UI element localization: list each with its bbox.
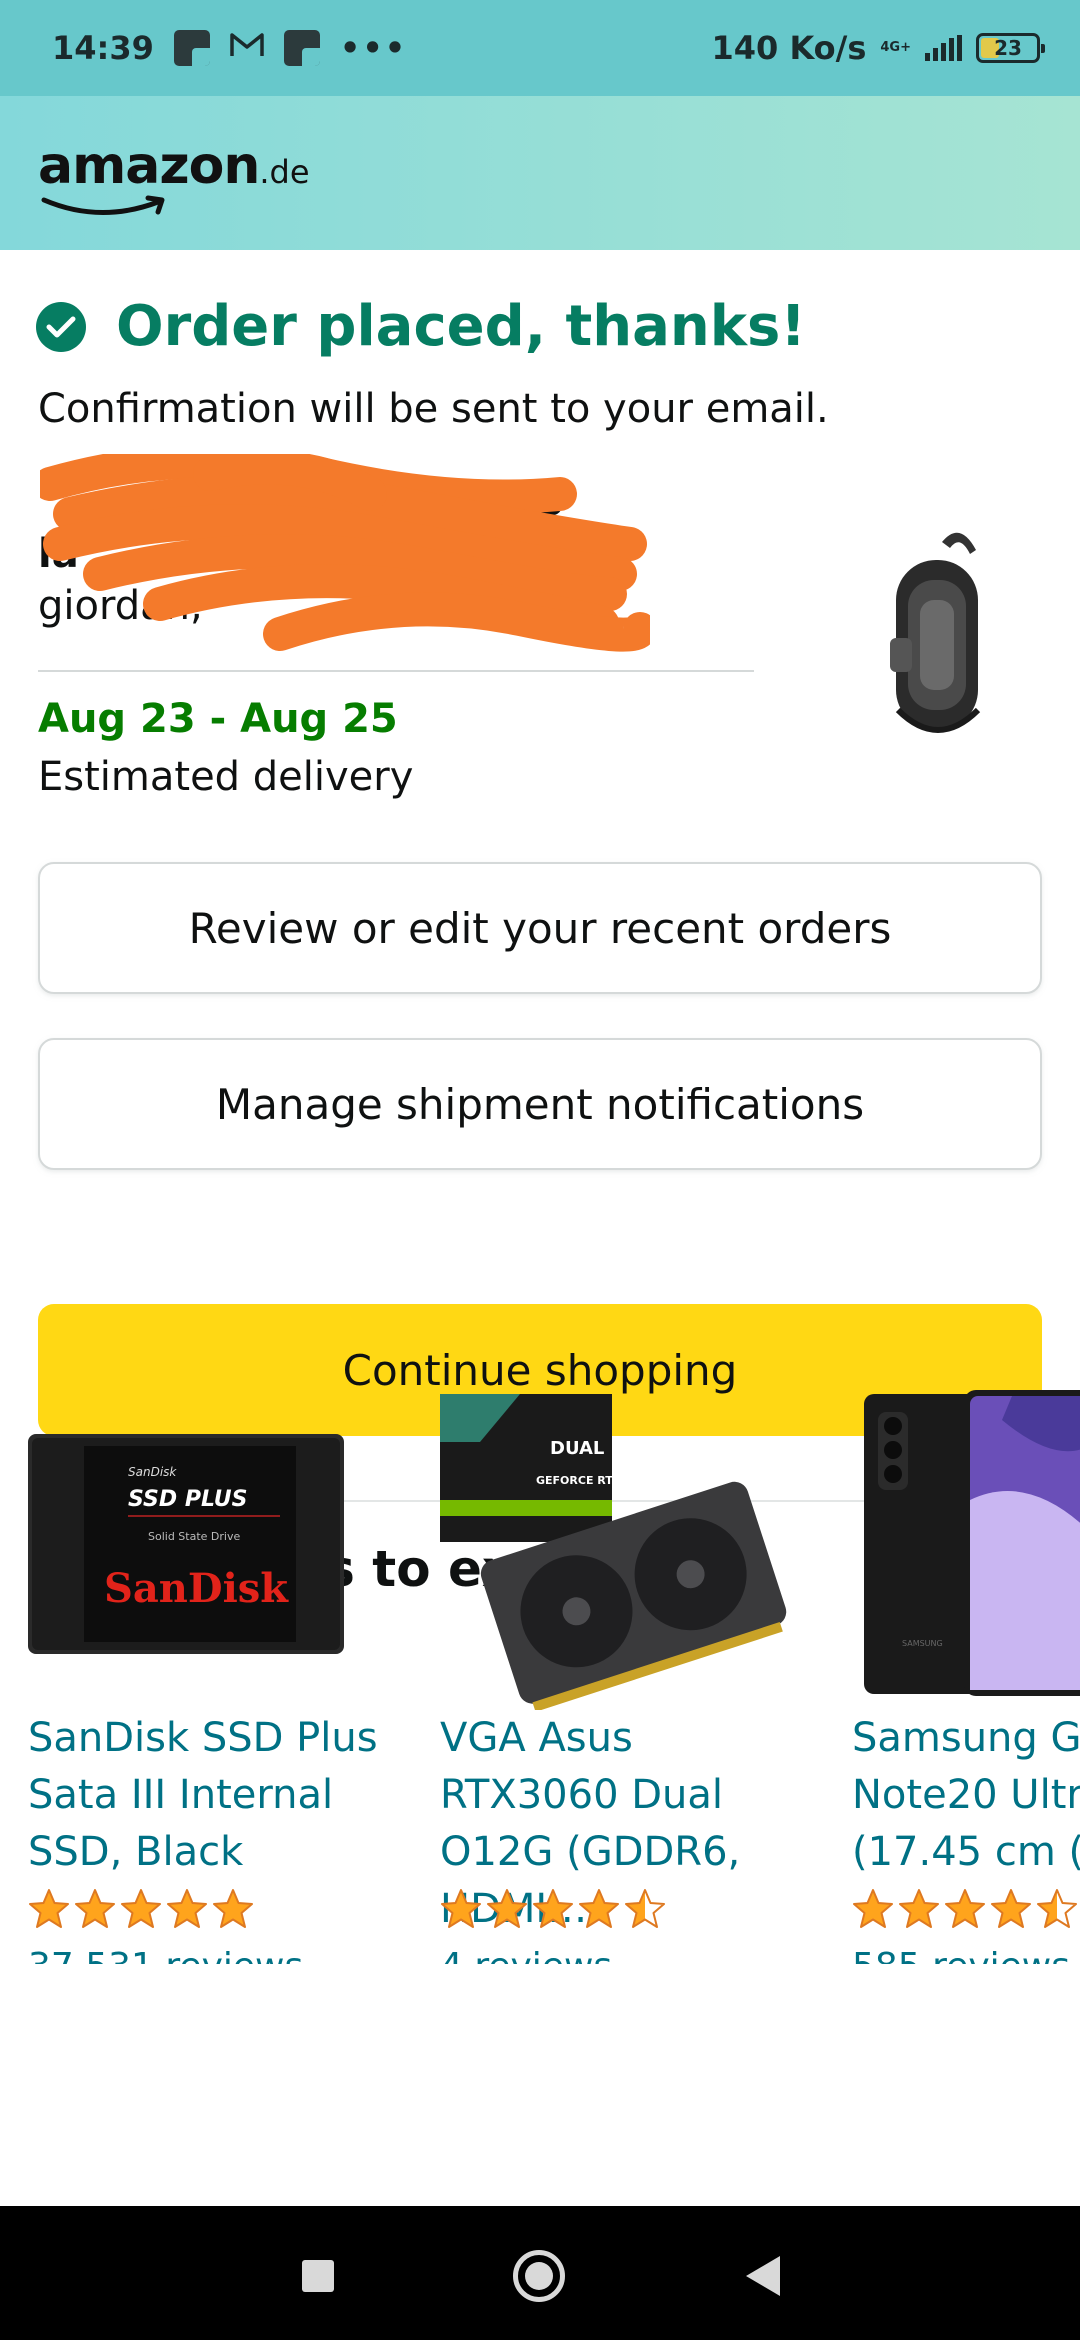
app-notification-icon [283,30,320,66]
review-count[interactable]: 37,531 reviews [28,1946,303,1964]
address-divider [38,670,754,672]
confirmation-title: Order placed, thanks! [116,294,806,359]
sandisk-ssd-image[interactable]: SanDisk SSD PLUS Solid State Drive SanDi… [28,1380,388,1710]
logo-smile-icon [41,195,165,215]
status-bar-left: 14:39 ••• [52,29,407,67]
status-bar: 14:39 ••• 140 Ko/s 4G+ 23 [0,0,1080,96]
star-icon [29,1889,69,1928]
review-orders-button[interactable]: Review or edit your recent orders [38,862,1042,994]
star-icon [75,1889,115,1928]
ssd-model-label: SSD PLUS [128,1487,247,1512]
status-bar-right: 140 Ko/s 4G+ 23 [711,29,1045,67]
manage-notifications-button[interactable]: Manage shipment notifications [38,1038,1042,1170]
status-time: 14:39 [52,29,154,67]
app-notification-icon [173,30,210,66]
check-circle-icon [36,301,86,352]
star-icon [167,1889,207,1928]
redaction-scribble [40,454,650,652]
star-icon [625,1889,665,1928]
star-icon [899,1889,939,1928]
net-speed: 140 Ko/s [711,29,867,67]
star-rating[interactable] [440,1888,666,1930]
amazon-logo[interactable]: amazon.de [38,136,310,215]
star-rating[interactable] [852,1888,1078,1930]
delivery-date-range: Aug 23 - Aug 25 [38,696,398,742]
logo-tld: .de [259,153,310,191]
samsung-note20-image[interactable]: SAMSUNG [852,1380,1080,1710]
confirmation-header: Order placed, thanks! [36,294,806,359]
confirmation-subtitle: Confirmation will be sent to your email. [38,386,829,432]
star-icon [945,1889,985,1928]
battery-icon: 23 [976,33,1045,63]
app-header: amazon.de [0,96,1080,250]
explore-carousel[interactable]: SanDisk SSD PLUS Solid State Drive SanDi… [0,1380,1080,1964]
signal-icon [925,35,962,61]
review-count[interactable]: 4 reviews [440,1946,612,1964]
gpu-box-dual-label: DUAL [550,1438,604,1459]
asus-rtx3060-image[interactable]: DUAL GEFORCE RTX [440,1380,800,1710]
star-icon [1037,1889,1077,1928]
star-rating[interactable] [28,1888,254,1930]
star-icon [213,1889,253,1928]
unicycle-product-image[interactable] [860,520,1010,750]
home-icon[interactable] [513,2250,565,2302]
back-icon[interactable] [746,2256,780,2296]
ssd-type-label: Solid State Drive [148,1530,240,1543]
star-icon [579,1889,619,1928]
gpu-box-rtx-label: GEFORCE RTX [536,1474,622,1487]
star-icon [533,1889,573,1928]
star-icon [441,1889,481,1928]
gmail-icon [230,31,264,66]
review-count[interactable]: 585 reviews [852,1946,1070,1964]
star-icon [487,1889,527,1928]
network-type: 4G+ [880,40,911,55]
star-icon [853,1889,893,1928]
ssd-brand-small: SanDisk [128,1465,177,1479]
phone-brand-label: SAMSUNG [902,1639,943,1648]
star-icon [121,1889,161,1928]
ssd-brand-large: SanDisk [104,1565,289,1612]
product-title[interactable]: SanDisk SSD Plus Sata III Internal SSD, … [28,1710,398,1881]
logo-wordmark: amazon [38,136,260,196]
recent-apps-icon[interactable] [302,2260,334,2292]
delivery-label: Estimated delivery [38,754,414,800]
more-notifications-icon: ••• [339,29,408,67]
battery-level: 23 [994,36,1022,60]
star-icon [991,1889,1031,1928]
product-title[interactable]: Samsung Galaxy Note20 Ultra (17.45 cm (6… [852,1710,1080,1881]
